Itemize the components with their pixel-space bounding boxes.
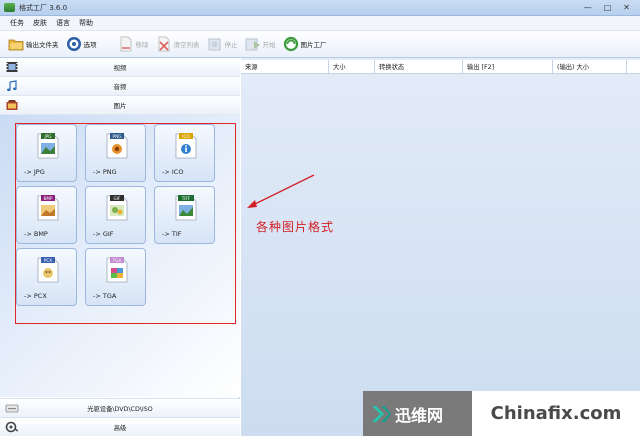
- stop-button[interactable]: 停止: [207, 36, 238, 52]
- watermark: 迅维网 Chinafix.com: [363, 391, 640, 436]
- remove-button[interactable]: 移除: [118, 36, 149, 52]
- picture-icon: [5, 98, 19, 112]
- options-icon: [66, 36, 82, 52]
- category-advanced-label: 高级: [113, 424, 127, 432]
- clear-list-button[interactable]: 清空列表: [156, 36, 200, 52]
- column-output[interactable]: 输出 [F2]: [463, 60, 553, 73]
- menu-help[interactable]: 帮助: [79, 18, 93, 28]
- annotation-text: 各种图片格式: [256, 220, 335, 234]
- title-bar: 格式工厂 3.6.0 — □ ✕: [0, 0, 640, 16]
- menu-bar: 任务 皮肤 语言 帮助: [0, 16, 640, 31]
- remove-icon: [118, 36, 134, 52]
- column-size[interactable]: 大小: [329, 60, 375, 73]
- highlight-box: [15, 123, 236, 324]
- options-button[interactable]: 选项: [66, 36, 97, 52]
- start-icon: [245, 36, 261, 52]
- task-list-header: 来源 大小 转换状态 输出 [F2] (输出) 大小: [241, 60, 640, 74]
- watermark-site: Chinafix.com: [472, 391, 640, 436]
- window-controls: — □ ✕: [584, 3, 630, 12]
- category-disc-device-label: 光驱设备\DVD\CD\ISO: [87, 405, 153, 413]
- task-list-panel: 来源 大小 转换状态 输出 [F2] (输出) 大小: [241, 58, 640, 436]
- toolbar: 输出文件夹 选项 移除 清空列表 停止 开始 图片工厂: [0, 31, 640, 58]
- category-audio[interactable]: 音频: [0, 77, 240, 96]
- category-disc-device[interactable]: 光驱设备\DVD\CD\ISO: [0, 398, 240, 417]
- maximize-icon[interactable]: □: [604, 3, 612, 12]
- column-source[interactable]: 来源: [241, 60, 329, 73]
- category-picture-label: 图片: [113, 102, 127, 110]
- window-title: 格式工厂 3.6.0: [19, 3, 68, 12]
- menu-language[interactable]: 语言: [56, 18, 70, 28]
- folder-icon: [8, 36, 24, 52]
- menu-task[interactable]: 任务: [10, 18, 24, 28]
- advanced-tools-icon: [5, 420, 19, 434]
- start-button[interactable]: 开始: [245, 36, 276, 52]
- output-folder-button[interactable]: 输出文件夹: [8, 36, 59, 52]
- app-logo-icon: [4, 3, 15, 12]
- minimize-icon[interactable]: —: [584, 3, 592, 12]
- category-video-label: 视频: [113, 64, 127, 72]
- picture-factory-icon: [283, 36, 299, 52]
- menu-skin[interactable]: 皮肤: [33, 18, 47, 28]
- category-video[interactable]: 视频: [0, 58, 240, 77]
- column-output-size[interactable]: (输出) 大小: [553, 60, 627, 73]
- disc-drive-icon: [5, 401, 19, 415]
- annotation-arrow: [247, 174, 315, 208]
- clear-list-icon: [156, 36, 172, 52]
- category-advanced[interactable]: 高级: [0, 417, 240, 436]
- music-note-icon: [5, 79, 19, 93]
- picture-factory-button[interactable]: 图片工厂: [283, 36, 327, 52]
- category-picture[interactable]: 图片: [0, 96, 240, 115]
- category-audio-label: 音频: [113, 83, 127, 91]
- column-status[interactable]: 转换状态: [375, 60, 463, 73]
- stop-icon: [207, 36, 223, 52]
- watermark-brand: 迅维网: [363, 391, 472, 436]
- close-icon[interactable]: ✕: [623, 3, 630, 12]
- film-icon: [5, 60, 19, 74]
- watermark-logo-icon: [372, 405, 391, 422]
